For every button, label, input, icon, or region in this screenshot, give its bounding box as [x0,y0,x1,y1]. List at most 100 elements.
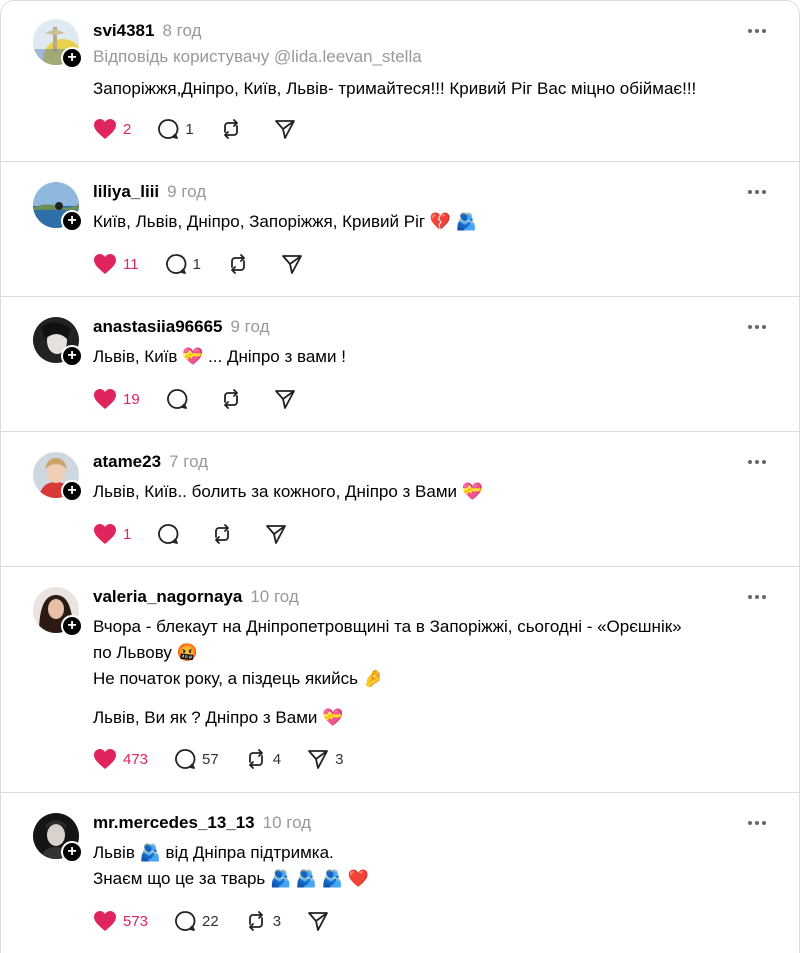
avatar-button[interactable]: + [33,587,83,637]
post-text-line: Львів 🫂 від Дніпра підтримка. [93,843,334,862]
share-count: 3 [335,750,344,768]
repost-button[interactable]: 4 [245,748,281,770]
timestamp[interactable]: 9 год [231,317,270,337]
like-button[interactable]: 473 [93,748,148,770]
reply-to-label[interactable]: Відповідь користувачу @lida.leevan_stell… [93,47,422,67]
repost-icon [223,119,238,139]
username[interactable]: svi4381 [93,21,154,41]
heart-icon [94,119,116,139]
share-button[interactable]: 3 [307,748,343,770]
share-button[interactable] [265,523,293,545]
share-icon [308,912,328,931]
repost-count: 3 [272,912,282,930]
more-icon[interactable] [745,818,769,828]
like-count: 19 [123,390,140,408]
like-count: 1 [123,525,132,543]
repost-button[interactable] [211,523,239,545]
repost-icon [248,911,263,931]
follow-plus-icon[interactable]: + [61,480,83,502]
repost-icon [223,389,238,409]
share-icon [266,525,287,544]
share-button[interactable] [274,118,302,140]
replies-feed: + svi4381 8 год Відповідь користувачу @l… [0,0,800,953]
repost-icon [215,524,230,544]
post-text-line: Не початок року, а піздець якийсь 🤌 [93,669,384,688]
timestamp[interactable]: 10 год [250,587,298,607]
like-button[interactable]: 2 [93,118,131,140]
repost-count: 4 [272,750,282,768]
post-text-line: Знаєм що це за тварь 🫂 🫂 🫂 ❤️ [93,869,369,888]
reply-button[interactable]: 22 [174,910,219,932]
reply-count: 1 [192,255,201,273]
reply-button[interactable] [166,388,194,410]
heart-icon [94,749,116,769]
more-icon[interactable] [745,187,769,197]
share-icon [308,750,328,769]
follow-plus-icon[interactable]: + [61,47,83,69]
repost-icon [231,254,245,274]
more-icon[interactable] [745,457,769,467]
post-text: Запоріжжя,Дніпро, Київ, Львів- тримайтес… [93,79,697,98]
timestamp[interactable]: 8 год [162,21,201,41]
more-icon[interactable] [745,26,769,36]
comment-icon [166,389,188,409]
avatar-button[interactable]: + [33,19,83,69]
reply-button[interactable]: 1 [157,118,194,140]
repost-button[interactable]: 3 [245,910,281,932]
post-text-line: Вчора - блекаут на Дніпропетровщині та в… [93,617,682,636]
follow-plus-icon[interactable]: + [61,841,83,863]
heart-icon [94,254,116,274]
post: + atame23 7 год Львів, Київ.. болить за … [1,432,799,567]
reply-button[interactable] [157,523,185,545]
post-text-line: по Львову 🤬 [93,643,198,662]
share-button[interactable] [307,910,335,932]
timestamp[interactable]: 7 год [169,452,208,472]
username[interactable]: valeria_nagornaya [93,587,242,607]
like-count: 2 [123,120,132,138]
follow-plus-icon[interactable]: + [61,210,83,232]
heart-icon [94,389,116,409]
more-icon[interactable] [745,592,769,602]
comment-icon [158,524,179,544]
like-button[interactable]: 19 [93,388,140,410]
heart-icon [94,911,116,931]
share-button[interactable] [274,388,302,410]
comment-icon [175,749,196,769]
comment-icon [165,254,186,274]
avatar-button[interactable]: + [33,813,83,863]
avatar-button[interactable]: + [33,182,83,232]
timestamp[interactable]: 10 год [263,813,311,833]
repost-button[interactable] [220,118,248,140]
username[interactable]: liliya_liii [93,182,159,202]
reply-count: 22 [202,912,219,930]
post-text: Київ, Львів, Дніпро, Запоріжжя, Кривий Р… [93,212,477,231]
post-text: Львів, Київ 💝 ... Дніпро з вами ! [93,347,346,366]
more-icon[interactable] [745,322,769,332]
comment-icon [175,911,196,931]
like-button[interactable]: 11 [93,253,139,275]
username[interactable]: anastasiia96665 [93,317,223,337]
comment-icon [158,119,179,139]
share-icon [282,255,302,274]
share-icon [274,390,295,409]
like-button[interactable]: 573 [93,910,148,932]
avatar-button[interactable]: + [33,317,83,367]
reply-button[interactable]: 57 [174,748,219,770]
share-button[interactable] [281,253,309,275]
follow-plus-icon[interactable]: + [61,615,83,637]
repost-icon [248,749,263,769]
like-button[interactable]: 1 [93,523,131,545]
post-text: Львів, Київ.. болить за кожного, Дніпро … [93,482,483,501]
timestamp[interactable]: 9 год [167,182,206,202]
username[interactable]: atame23 [93,452,161,472]
avatar-button[interactable]: + [33,452,83,502]
username[interactable]: mr.mercedes_13_13 [93,813,255,833]
reply-count: 57 [202,750,219,768]
like-count: 473 [123,750,149,768]
reply-button[interactable]: 1 [165,253,201,275]
like-count: 11 [123,255,139,273]
follow-plus-icon[interactable]: + [61,345,83,367]
repost-button[interactable] [220,388,248,410]
post-text-line: Львів, Ви як ? Дніпро з Вами 💝 [93,708,344,727]
repost-button[interactable] [227,253,255,275]
